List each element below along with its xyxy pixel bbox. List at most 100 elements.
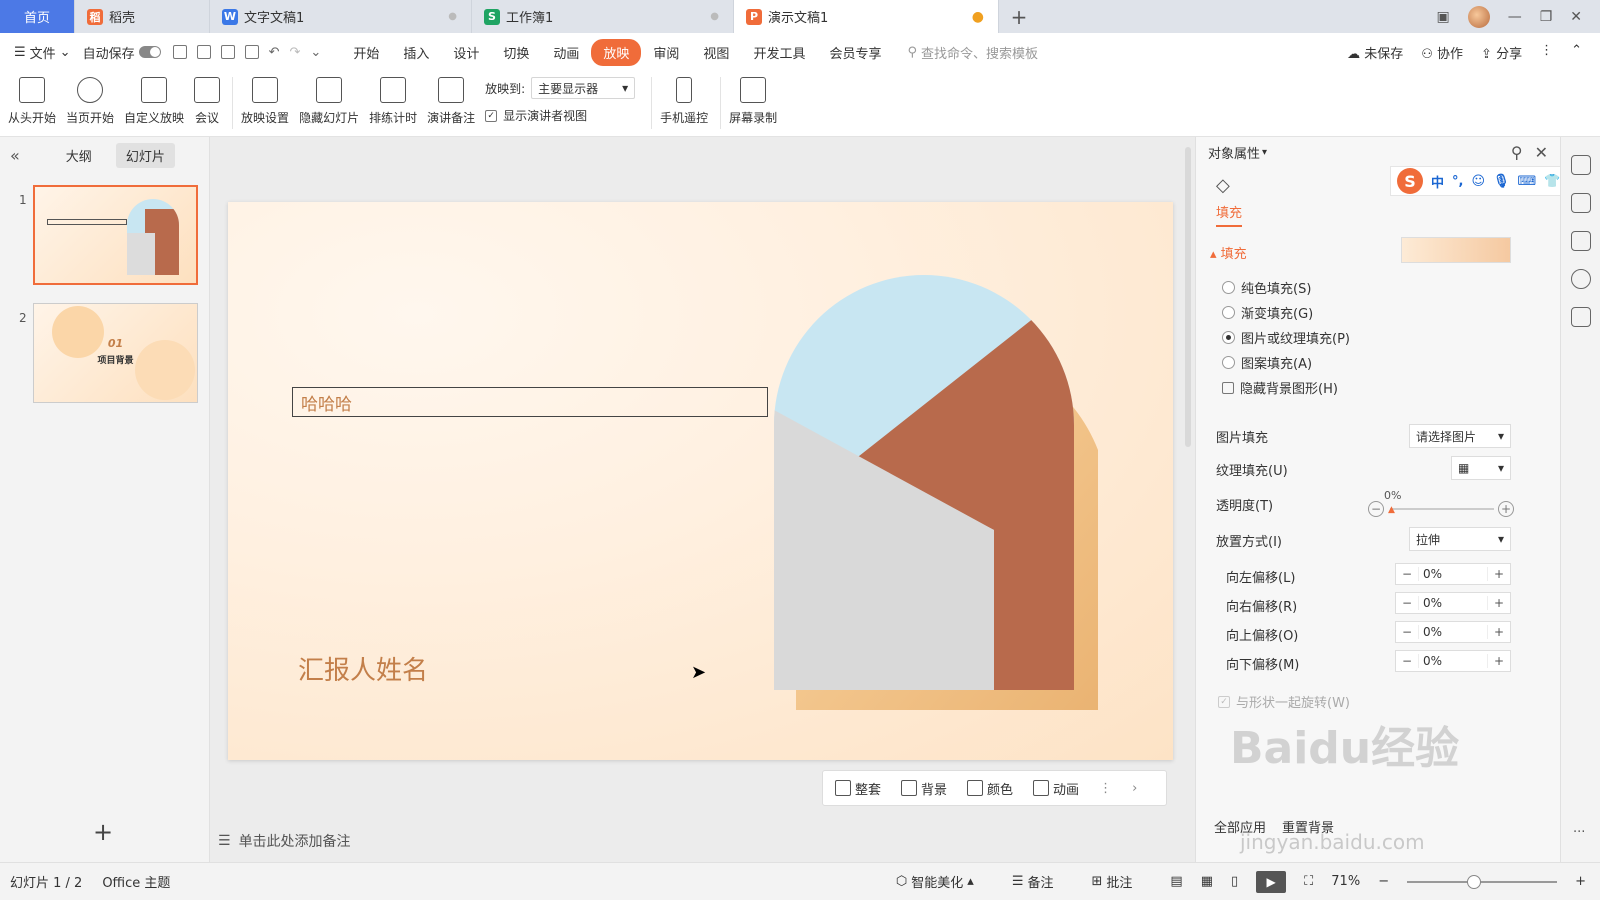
tab-member[interactable]: 会员专享 [817, 39, 893, 66]
tab-writer[interactable]: W 文字文稿1 ● [210, 0, 472, 33]
stepper-value[interactable]: 0% [1418, 567, 1488, 581]
add-slide-button[interactable]: + [93, 818, 113, 846]
slide-thumbnail-1[interactable] [33, 185, 198, 285]
sogou-logo-icon[interactable]: S [1397, 168, 1423, 194]
animation-button[interactable]: 动画 [1033, 779, 1079, 798]
reading-view-icon[interactable]: ▯ [1231, 874, 1238, 889]
panel-title[interactable]: 对象属性 [1208, 143, 1260, 162]
slide-thumbnail-2[interactable]: 01 项目背景 [33, 303, 198, 403]
command-search[interactable]: ⚲ 查找命令、搜索模板 [907, 43, 1038, 62]
tab-design[interactable]: 设计 [441, 39, 491, 66]
tab-close-dot-icon[interactable]: ● [448, 11, 457, 22]
plus-icon[interactable]: + [1498, 501, 1514, 517]
offset-right-stepper[interactable]: −0% + [1395, 592, 1511, 614]
more-icon[interactable]: ⋮ [1540, 43, 1553, 62]
phone-remote-button[interactable]: 手机遥控 [660, 77, 708, 126]
from-current-button[interactable]: 当页开始 [66, 77, 114, 126]
help-icon[interactable] [1570, 269, 1591, 289]
tab-slideshow[interactable]: 放映 [591, 38, 642, 66]
screen-record-button[interactable]: 屏幕录制 [729, 77, 777, 126]
minus-icon[interactable]: − [1396, 596, 1418, 610]
file-menu[interactable]: ☰ 文件 ⌄ [14, 43, 71, 62]
tab-start[interactable]: 开始 [341, 39, 391, 66]
pin-icon[interactable]: ⚲ [1511, 143, 1523, 162]
theme-name[interactable]: Office 主题 [102, 872, 170, 891]
background-button[interactable]: 背景 [901, 779, 947, 798]
show-settings-button[interactable]: 放映设置 [241, 77, 289, 126]
close-icon[interactable]: ✕ [1570, 9, 1582, 25]
zoom-out-icon[interactable]: − [1378, 874, 1389, 889]
transition-icon[interactable] [1570, 231, 1591, 251]
fill-preview-dropdown[interactable] [1401, 237, 1511, 263]
transparency-slider[interactable]: − ▲ 0% + [1368, 489, 1514, 517]
custom-show-button[interactable]: 自定义放映 [124, 77, 184, 126]
collab-button[interactable]: ⚇ 协作 [1421, 43, 1463, 62]
skin-icon[interactable]: 👕 [1544, 174, 1560, 189]
unsaved-button[interactable]: ☁ 未保存 [1347, 43, 1403, 62]
hide-slide-button[interactable]: 隐藏幻灯片 [299, 77, 359, 126]
ime-language[interactable]: 中 [1431, 172, 1444, 191]
gradient-fill-radio[interactable]: 渐变填充(G) [1222, 303, 1313, 322]
avatar[interactable] [1467, 5, 1490, 28]
comments-button[interactable]: ⊞ 批注 [1092, 872, 1133, 891]
plus-icon[interactable]: + [1488, 567, 1510, 581]
solid-fill-radio[interactable]: 纯色填充(S) [1222, 278, 1311, 297]
keyboard-icon[interactable]: ⌨ [1518, 174, 1537, 189]
print-icon[interactable] [220, 45, 235, 59]
redo-icon[interactable]: ↷ [290, 45, 301, 60]
save-icon[interactable] [172, 45, 187, 59]
microphone-icon[interactable]: 🎙 [1493, 174, 1510, 189]
hide-bg-checkbox[interactable]: 隐藏背景图形(H) [1222, 378, 1338, 397]
meeting-button[interactable]: 会议 [194, 77, 221, 126]
minus-icon[interactable]: − [1396, 567, 1418, 581]
tab-developer[interactable]: 开发工具 [741, 39, 817, 66]
stepper-value[interactable]: 0% [1418, 596, 1488, 610]
restore-icon[interactable]: ❐ [1540, 9, 1553, 25]
more-icon[interactable]: ··· [1573, 825, 1585, 840]
tab-presentation[interactable]: P 演示文稿1 ● [734, 0, 999, 33]
arch-image[interactable] [774, 260, 1104, 710]
plus-icon[interactable]: + [1488, 625, 1510, 639]
zoom-level[interactable]: 71% [1331, 874, 1360, 889]
fill-section-header[interactable]: ▴ 填充 [1210, 243, 1247, 262]
customize-icon[interactable]: ⌄ [310, 45, 321, 60]
autosave-toggle[interactable]: 自动保存 [83, 43, 161, 62]
tab-slides[interactable]: 幻灯片 [115, 142, 175, 168]
reporter-name[interactable]: 汇报人姓名 [298, 650, 428, 687]
punctuation-icon[interactable]: °, [1452, 174, 1463, 189]
smart-beautify-button[interactable]: ⬡ 智能美化 ▴ [896, 872, 974, 891]
pattern-fill-radio[interactable]: 图案填充(A) [1222, 353, 1312, 372]
more-icon[interactable]: ⋮ [1099, 781, 1112, 796]
tab-sheet[interactable]: S 工作簿1 ● [472, 0, 734, 33]
new-tab-button[interactable]: + [999, 0, 1039, 33]
package-icon[interactable] [1570, 307, 1591, 327]
picture-fill-select[interactable]: 请选择图片 ▾ [1409, 424, 1511, 448]
minus-icon[interactable]: − [1368, 501, 1384, 517]
zoom-slider[interactable] [1407, 874, 1558, 889]
properties-icon[interactable] [1570, 155, 1591, 175]
tab-daoke[interactable]: 稻 稻壳 [75, 0, 210, 33]
unsaved-dot-icon[interactable]: ● [972, 9, 984, 25]
title-textbox[interactable]: 哈哈哈 [292, 387, 768, 417]
collapse-panel-icon[interactable]: « [10, 146, 20, 165]
collapse-ribbon-icon[interactable]: ⌃ [1571, 43, 1582, 62]
slide-sorter-icon[interactable]: ▦ [1201, 874, 1213, 889]
tab-review[interactable]: 审阅 [641, 39, 691, 66]
color-button[interactable]: 颜色 [967, 779, 1013, 798]
design-button[interactable]: 整套 [835, 779, 881, 798]
texture-fill-select[interactable]: ▦ ▾ [1451, 456, 1511, 480]
rotate-with-shape-checkbox[interactable]: ✓ 与形状一起旋转(W) [1218, 692, 1350, 711]
minus-icon[interactable]: − [1396, 625, 1418, 639]
presenter-view-checkbox[interactable]: ✓ 显示演讲者视图 [485, 107, 635, 124]
share-button[interactable]: ⇪ 分享 [1481, 43, 1522, 62]
close-icon[interactable]: ✕ [1535, 143, 1548, 162]
play-button[interactable]: ▶ [1256, 870, 1287, 893]
zoom-in-icon[interactable]: + [1575, 874, 1586, 889]
tab-view[interactable]: 视图 [691, 39, 741, 66]
notes-toggle-button[interactable]: ☰ 备注 [1012, 872, 1054, 891]
rehearse-button[interactable]: 排练计时 [369, 77, 417, 126]
scrollbar[interactable] [1185, 147, 1191, 447]
picture-fill-radio[interactable]: 图片或纹理填充(P) [1222, 328, 1350, 347]
tab-animation[interactable]: 动画 [541, 39, 591, 66]
undo-icon[interactable]: ↶ [269, 45, 280, 60]
